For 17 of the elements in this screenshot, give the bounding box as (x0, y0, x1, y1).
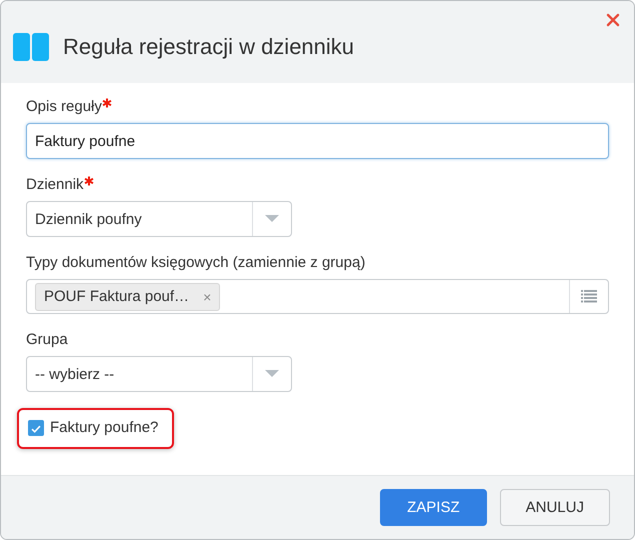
tag-label: POUF Faktura pouf… (44, 288, 190, 305)
field-label: Dziennik (26, 175, 84, 195)
checkbox-label: Faktury poufne? (50, 419, 158, 436)
tag-chip[interactable]: POUF Faktura pouf… × (35, 282, 220, 310)
field-label: Opis reguły (26, 97, 102, 117)
book-icon (13, 33, 49, 63)
checkbox[interactable] (28, 420, 44, 436)
dropdown[interactable]: -- wybierz -- (26, 356, 292, 392)
dropdown[interactable]: Dziennik poufny (26, 201, 292, 237)
save-button[interactable]: ZAPISZ (380, 489, 487, 526)
field-label: Grupa (26, 330, 68, 350)
close-icon[interactable] (606, 13, 620, 27)
cancel-button[interactable]: ANULUJ (500, 489, 610, 526)
window-title: Reguła rejestracji w dzienniku (63, 34, 354, 60)
multi-select-field[interactable]: POUF Faktura pouf… × (26, 279, 609, 314)
text-field[interactable]: Faktury poufne (26, 123, 609, 159)
field-label: Typy dokumentów księgowych (zamiennie z grupą) (26, 253, 366, 273)
